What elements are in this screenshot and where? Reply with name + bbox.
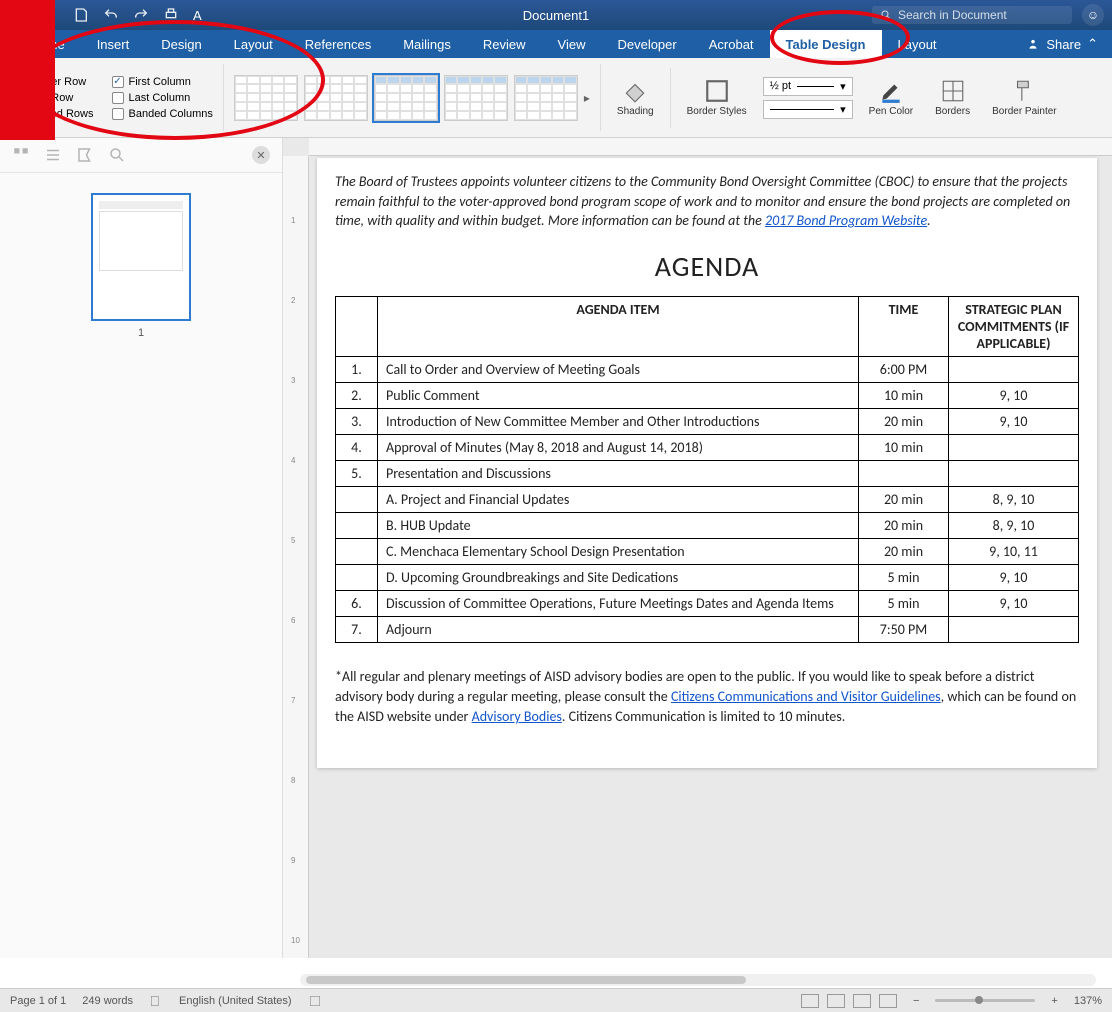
thumbnail-label: 1 [138, 327, 144, 339]
tab-table-design[interactable]: Table Design [770, 30, 882, 58]
zoom-in-icon[interactable]: + [1051, 995, 1057, 1007]
agenda-table[interactable]: AGENDA ITEM TIME STRATEGIC PLAN COMMITME… [335, 296, 1079, 643]
border-painter-icon [1011, 78, 1037, 104]
tab-mailings[interactable]: Mailings [387, 30, 467, 58]
table-row[interactable]: 1.Call to Order and Overview of Meeting … [336, 356, 1079, 382]
feedback-smile-icon[interactable]: ☺ [1082, 4, 1104, 26]
pen-icon [878, 78, 904, 104]
table-style-4[interactable] [444, 75, 508, 121]
border-styles-button[interactable]: Border Styles [681, 78, 753, 117]
paint-bucket-icon [622, 78, 648, 104]
table-row[interactable]: D. Upcoming Groundbreakings and Site Ded… [336, 564, 1079, 590]
table-row[interactable]: 4.Approval of Minutes (May 8, 2018 and A… [336, 434, 1079, 460]
advisory-bodies-link[interactable]: Advisory Bodies [472, 708, 562, 725]
find-icon[interactable] [108, 146, 126, 164]
table-row[interactable]: B. HUB Update20 min8, 9, 10 [336, 512, 1079, 538]
share-button[interactable]: Share ⌃ [1012, 30, 1112, 58]
tab-layout[interactable]: Layout [218, 30, 289, 58]
language-status[interactable]: English (United States) [179, 995, 292, 1007]
table-row[interactable]: 5.Presentation and Discussions [336, 460, 1079, 486]
word-count[interactable]: 249 words [82, 995, 133, 1007]
annotation-red-block [0, 0, 55, 140]
table-style-5[interactable] [514, 75, 578, 121]
navigation-pane: ✕ 1 [0, 138, 283, 958]
page-count[interactable]: Page 1 of 1 [10, 995, 66, 1007]
footnote: *All regular and plenary meetings of AIS… [335, 667, 1079, 728]
bond-program-link[interactable]: 2017 Bond Program Website [765, 212, 927, 229]
table-style-3[interactable] [374, 75, 438, 121]
tab-developer[interactable]: Developer [601, 30, 692, 58]
tab-review[interactable]: Review [467, 30, 542, 58]
undo-icon[interactable] [103, 7, 119, 23]
horizontal-ruler[interactable] [309, 138, 1112, 156]
zoom-slider[interactable] [935, 999, 1035, 1002]
table-style-2[interactable] [304, 75, 368, 121]
col-agenda-item: AGENDA ITEM [378, 296, 859, 356]
view-mode-icons[interactable] [801, 994, 897, 1008]
shading-button[interactable]: Shading [611, 78, 660, 117]
search-input[interactable]: Search in Document [872, 6, 1072, 24]
intro-paragraph: The Board of Trustees appoints volunteer… [335, 172, 1079, 231]
macro-icon[interactable] [308, 994, 322, 1008]
print-icon[interactable] [163, 7, 179, 23]
ribbon-tabs: Home Insert Design Layout References Mai… [0, 30, 1112, 58]
table-style-1[interactable] [234, 75, 298, 121]
table-row[interactable]: 6.Discussion of Committee Operations, Fu… [336, 590, 1079, 616]
checkbox-last-column[interactable]: Last Column [112, 92, 213, 104]
line-style-select[interactable]: ▾ [763, 100, 853, 119]
tab-references[interactable]: References [289, 30, 387, 58]
checkbox-first-column[interactable]: ✓First Column [112, 76, 213, 88]
tab-insert[interactable]: Insert [81, 30, 146, 58]
font-size-indicator: A [193, 8, 202, 23]
gallery-more-icon[interactable]: ▸ [584, 91, 590, 105]
chevron-down-icon: ▾ [840, 103, 846, 116]
tab-view[interactable]: View [542, 30, 602, 58]
border-painter-button[interactable]: Border Painter [986, 78, 1062, 117]
chevron-down-icon: ▾ [840, 80, 846, 93]
title-bar: A Document1 Search in Document ☺ [0, 0, 1112, 30]
document-title: Document1 [523, 8, 589, 23]
ribbon-table-design: ✓Header Row ✓First Column Total Row Last… [0, 58, 1112, 138]
pen-color-button[interactable]: Pen Color [863, 78, 919, 117]
border-styles-icon [704, 78, 730, 104]
table-row[interactable]: 2.Public Comment10 min9, 10 [336, 382, 1079, 408]
citizens-guidelines-link[interactable]: Citizens Communications and Visitor Guid… [671, 688, 941, 705]
zoom-level[interactable]: 137% [1074, 995, 1102, 1007]
checkbox-banded-columns[interactable]: Banded Columns [112, 108, 213, 120]
page-thumbnail[interactable] [91, 193, 191, 321]
tab-table-layout[interactable]: Layout [882, 30, 953, 58]
search-placeholder: Search in Document [898, 8, 1007, 22]
borders-icon [940, 78, 966, 104]
close-pane-icon[interactable]: ✕ [252, 146, 270, 164]
table-row[interactable]: C. Menchaca Elementary School Design Pre… [336, 538, 1079, 564]
borders-button[interactable]: Borders [929, 78, 976, 117]
document-area: 123 456 789 10 The Board of Trustees app… [283, 138, 1112, 958]
table-styles-gallery[interactable]: ▸ [223, 64, 601, 131]
status-bar: Page 1 of 1 249 words English (United St… [0, 988, 1112, 1012]
save-icon[interactable] [73, 7, 89, 23]
table-row[interactable]: A. Project and Financial Updates20 min8,… [336, 486, 1079, 512]
thumbnails-icon[interactable] [12, 146, 30, 164]
zoom-out-icon[interactable]: − [913, 995, 919, 1007]
tab-design[interactable]: Design [145, 30, 217, 58]
spellcheck-icon[interactable] [149, 994, 163, 1008]
outline-icon[interactable] [44, 146, 62, 164]
document-page[interactable]: The Board of Trustees appoints volunteer… [317, 158, 1097, 768]
col-time: TIME [859, 296, 949, 356]
col-commitments: STRATEGIC PLAN COMMITMENTS (IF APPLICABL… [949, 296, 1079, 356]
review-icon[interactable] [76, 146, 94, 164]
agenda-heading: AGENDA [335, 249, 1079, 284]
tab-acrobat[interactable]: Acrobat [693, 30, 770, 58]
vertical-ruler[interactable]: 123 456 789 10 [283, 156, 309, 958]
chevron-up-icon[interactable]: ⌃ [1087, 36, 1098, 52]
share-icon [1026, 37, 1040, 51]
search-icon [880, 9, 892, 21]
redo-icon[interactable] [133, 7, 149, 23]
horizontal-scrollbar[interactable] [300, 974, 1096, 986]
table-row[interactable]: 7.Adjourn7:50 PM [336, 616, 1079, 642]
table-row[interactable]: 3.Introduction of New Committee Member a… [336, 408, 1079, 434]
line-weight-select[interactable]: ½ pt▾ [763, 77, 853, 96]
